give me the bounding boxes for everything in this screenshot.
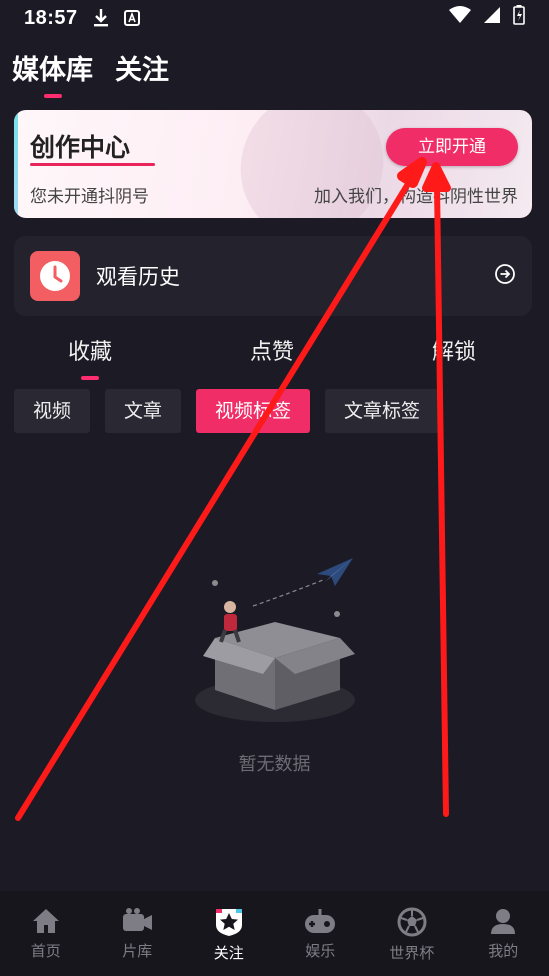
keyboard-a-icon: [123, 10, 140, 26]
creator-slogan: 加入我们，构造抖阴性世界: [314, 187, 518, 207]
activate-now-button[interactable]: 立即开通: [386, 128, 518, 166]
tab-media-library[interactable]: 媒体库: [12, 48, 93, 98]
tab-favorites[interactable]: 收藏: [68, 334, 113, 380]
active-subtab-indicator: [81, 376, 99, 380]
watch-history-label: 观看历史: [96, 265, 180, 289]
content-type-filters: 视频 文章 视频标签 文章标签: [14, 389, 440, 433]
filter-article-tags[interactable]: 文章标签: [325, 389, 440, 433]
nav-library-label: 片库: [122, 942, 153, 960]
creator-center-title: 创作中心: [30, 133, 131, 162]
creator-status-text: 您未开通抖阴号: [30, 187, 149, 207]
nav-library[interactable]: 片库: [92, 891, 184, 976]
football-icon: [397, 907, 427, 937]
filter-video[interactable]: 视频: [14, 389, 91, 433]
tab-unlocked[interactable]: 解锁: [432, 334, 476, 366]
home-icon: [32, 909, 59, 933]
status-time: 18:57: [24, 6, 78, 29]
tab-favorites-label: 收藏: [68, 340, 113, 365]
signal-icon: [483, 6, 501, 30]
card-accent-edge: [14, 110, 18, 218]
nav-profile-label: 我的: [488, 942, 519, 960]
video-camera-icon: [123, 908, 153, 931]
status-bar: 18:57: [0, 0, 549, 36]
nav-home[interactable]: 首页: [0, 891, 92, 976]
creator-title-underline: [30, 163, 155, 166]
tab-likes-label: 点赞: [250, 340, 295, 365]
arrow-right-circle-icon[interactable]: [494, 263, 516, 289]
nav-entertainment-label: 娱乐: [305, 942, 336, 960]
filter-video-tags[interactable]: 视频标签: [196, 389, 311, 433]
creator-center-card: 创作中心 您未开通抖阴号 加入我们，构造抖阴性世界 立即开通: [14, 110, 532, 218]
nav-world-cup-label: 世界杯: [389, 944, 435, 962]
active-tab-indicator: [43, 94, 62, 98]
profile-icon: [491, 909, 516, 934]
tab-media-library-label: 媒体库: [12, 55, 93, 86]
nav-entertainment[interactable]: 娱乐: [275, 891, 367, 976]
nav-follow[interactable]: 关注: [183, 891, 275, 976]
bottom-navigation: 首页 片库 关注 娱乐 世界杯 我的: [0, 891, 549, 976]
tab-follow-label: 关注: [115, 55, 169, 86]
star-shield-icon: [215, 909, 242, 936]
nav-world-cup[interactable]: 世界杯: [366, 891, 458, 976]
empty-box-illustration: [195, 558, 355, 722]
tab-likes[interactable]: 点赞: [250, 334, 294, 366]
battery-icon: [513, 5, 525, 31]
gamepad-icon: [305, 909, 336, 933]
top-tabs: 媒体库 关注: [12, 48, 169, 98]
download-icon: [92, 8, 110, 28]
nav-home-label: 首页: [30, 942, 61, 960]
tab-follow[interactable]: 关注: [115, 48, 169, 96]
wifi-icon: [449, 6, 471, 30]
filter-article[interactable]: 文章: [105, 389, 182, 433]
tab-unlocked-label: 解锁: [432, 340, 477, 365]
nav-follow-label: 关注: [213, 944, 244, 962]
nav-profile[interactable]: 我的: [458, 891, 549, 976]
watch-history-row[interactable]: 观看历史: [14, 236, 532, 316]
collection-tabs: 收藏 点赞 解锁: [0, 334, 549, 382]
empty-state-text: 暂无数据: [238, 754, 311, 775]
clock-icon: [30, 251, 80, 301]
app-screen: 18:57 媒体库 关注 创作中心 您未开通抖阴号 加入我们，构造抖阴性世界 立…: [0, 0, 549, 976]
